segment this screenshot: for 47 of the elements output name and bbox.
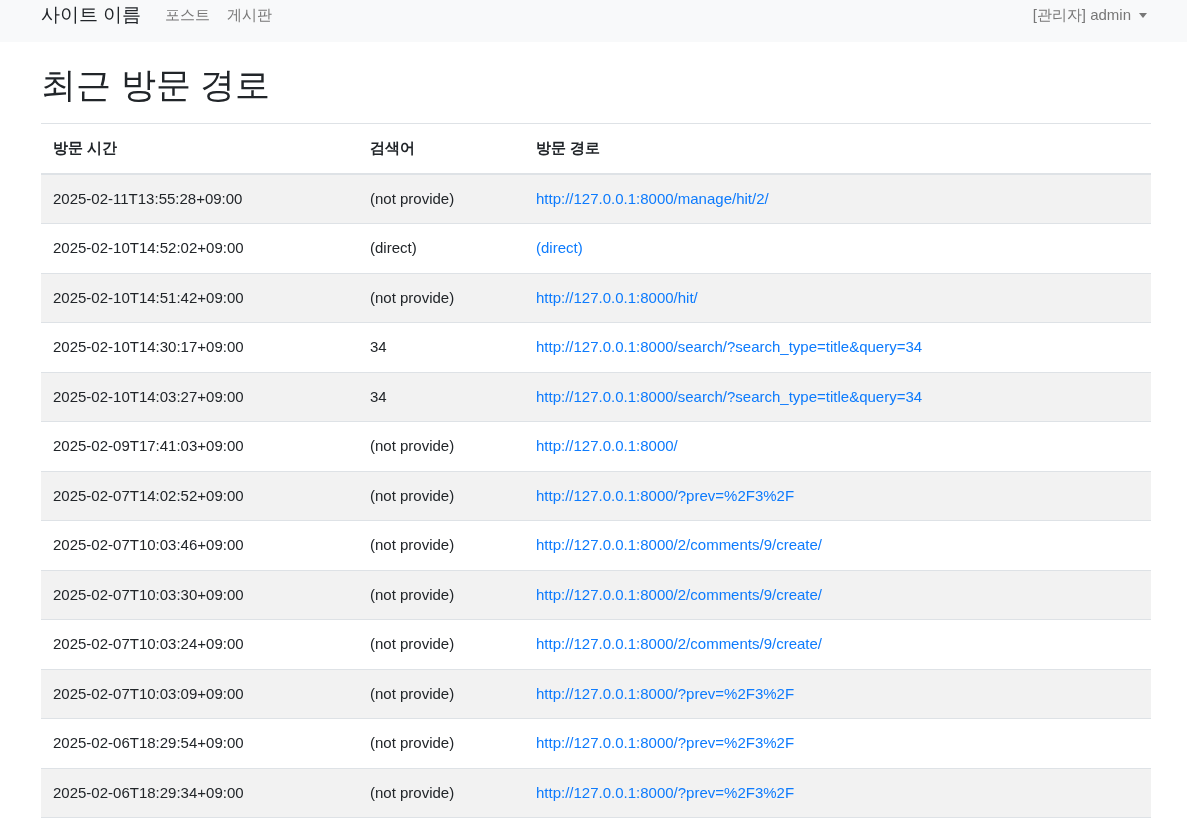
table-cell: 2025-02-09T17:41:03+09:00: [41, 421, 358, 471]
table-cell: (not provide): [358, 273, 524, 323]
table-cell: (not provide): [358, 471, 524, 521]
table-cell: 2025-02-11T13:55:28+09:00: [41, 173, 358, 224]
table-cell: 2025-02-07T10:03:46+09:00: [41, 520, 358, 570]
caret-icon: [1139, 12, 1147, 18]
table-cell: 34: [358, 372, 524, 422]
table-cell: 2025-02-06T18:29:54+09:00: [41, 718, 358, 768]
path-link[interactable]: http://127.0.0.1:8000/: [536, 437, 678, 454]
path-link[interactable]: http://127.0.0.1:8000/2/comments/9/create/: [536, 585, 822, 603]
table-cell: 2025-02-10T14:30:17+09:00: [41, 322, 358, 372]
table-cell: (not provide): [358, 421, 524, 471]
page-title: 최근 방문 경로: [41, 64, 272, 106]
table-cell: (not provide): [358, 173, 524, 224]
table-cell: 2025-02-07T10:03:09+09:00: [41, 669, 358, 719]
path-link[interactable]: http://127.0.0.1:8000/search/?search_type=title&query=34: [536, 338, 923, 355]
path-link[interactable]: http://127.0.0.1:8000/hit/: [536, 288, 698, 306]
path-link[interactable]: http://127.0.0.1:8000/?prev=%2F3%2F: [536, 486, 795, 504]
table-cell: (not provide): [358, 619, 524, 669]
table-cell: (not provide): [358, 520, 524, 570]
table-cell: 2025-02-07T10:03:24+09:00: [41, 619, 358, 669]
table-cell: 2025-02-10T14:51:42+09:00: [41, 273, 358, 323]
table-cell: (direct): [358, 223, 524, 273]
column-header: 방문 시간: [41, 123, 358, 174]
column-header: 검색어: [358, 123, 524, 174]
path-link[interactable]: http://127.0.0.1:8000/?prev=%2F3%2F: [536, 684, 795, 702]
path-link[interactable]: http://127.0.0.1:8000/2/comments/9/create/: [536, 536, 822, 553]
nav-link[interactable]: 게시판: [227, 3, 273, 27]
table-cell: 2025-02-06T18:29:34+09:00: [41, 768, 358, 818]
table-cell: (not provide): [358, 768, 524, 818]
table-cell: (not provide): [358, 718, 524, 768]
column-header: 방문 경로: [524, 123, 1151, 174]
path-link[interactable]: http://127.0.0.1:8000/manage/hit/2/: [536, 189, 769, 207]
table-cell: 2025-02-07T10:03:30+09:00: [41, 570, 358, 620]
path-link[interactable]: http://127.0.0.1:8000/?prev=%2F3%2F: [536, 783, 795, 801]
path-link[interactable]: http://127.0.0.1:8000/2/comments/9/create/: [536, 635, 822, 652]
site-brand[interactable]: 사이트 이름: [41, 0, 142, 30]
path-link[interactable]: http://127.0.0.1:8000/?prev=%2F3%2F: [536, 734, 795, 751]
nav-link[interactable]: 포스트: [165, 3, 211, 27]
table-cell: 2025-02-07T14:02:52+09:00: [41, 471, 358, 521]
table-cell: 34: [358, 322, 524, 372]
table-cell: (not provide): [358, 570, 524, 620]
table-cell: 2025-02-10T14:03:27+09:00: [41, 372, 358, 422]
table-cell: (not provide): [358, 669, 524, 719]
table-cell: 2025-02-10T14:52:02+09:00: [41, 223, 358, 273]
user-menu[interactable]: [관리자] admin: [1032, 3, 1147, 27]
path-link[interactable]: (direct): [536, 239, 583, 256]
